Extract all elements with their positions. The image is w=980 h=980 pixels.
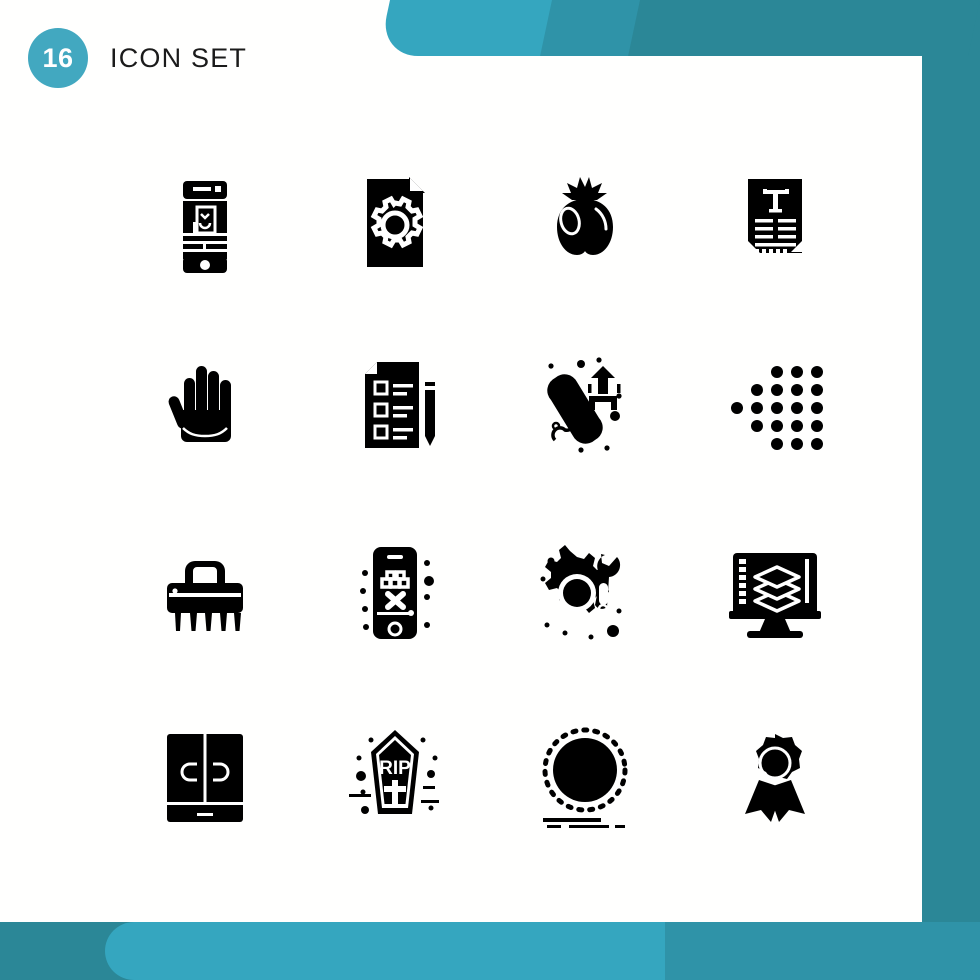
- hand-palm-icon: [145, 348, 265, 468]
- icon-cell-8[interactable]: [680, 315, 870, 500]
- icon-cell-9[interactable]: [110, 500, 300, 685]
- poster-header: 16 Icon Set: [28, 28, 247, 88]
- icon-cell-15[interactable]: [490, 685, 680, 870]
- icon-cell-13[interactable]: [110, 685, 300, 870]
- icon-set-poster: 16 Icon Set: [0, 0, 980, 980]
- dotted-circle-ball-icon: [525, 718, 645, 838]
- icon-cell-4[interactable]: [680, 130, 870, 315]
- scrub-brush-icon: [145, 533, 265, 653]
- icon-grid: RIP: [110, 130, 870, 870]
- typography-document-icon: [715, 163, 835, 283]
- gear-wrench-icon: [525, 533, 645, 653]
- file-settings-gear-icon: [335, 163, 455, 283]
- icon-cell-1[interactable]: [110, 130, 300, 315]
- icon-cell-10[interactable]: [300, 500, 490, 685]
- mobile-game-icon: [335, 533, 455, 653]
- mobile-layout-icon: [145, 163, 265, 283]
- icon-cell-7[interactable]: [490, 315, 680, 500]
- icon-cell-5[interactable]: [110, 315, 300, 500]
- bottom-ribbon-light: [105, 922, 665, 980]
- checklist-pencil-icon: [335, 348, 455, 468]
- icon-cell-12[interactable]: [680, 500, 870, 685]
- icon-cell-2[interactable]: [300, 130, 490, 315]
- page-title: Icon Set: [110, 42, 248, 73]
- icon-cell-14[interactable]: RIP: [300, 685, 490, 870]
- award-ribbon-icon: [715, 718, 835, 838]
- phone-upload-icon: [525, 348, 645, 468]
- icon-cell-11[interactable]: [490, 500, 680, 685]
- monitor-layers-icon: [715, 533, 835, 653]
- coffin-rip-icon: RIP: [335, 718, 455, 838]
- icon-cell-6[interactable]: [300, 315, 490, 500]
- icon-count-badge: 16: [28, 28, 88, 88]
- icon-cell-3[interactable]: [490, 130, 680, 315]
- coffin-rip-label: RIP: [379, 758, 411, 779]
- icon-cell-16[interactable]: [680, 685, 870, 870]
- tomato-icon: [525, 163, 645, 283]
- dotted-arrow-icon: [715, 348, 835, 468]
- wardrobe-icon: [145, 718, 265, 838]
- top-ribbon-dark: [628, 0, 980, 56]
